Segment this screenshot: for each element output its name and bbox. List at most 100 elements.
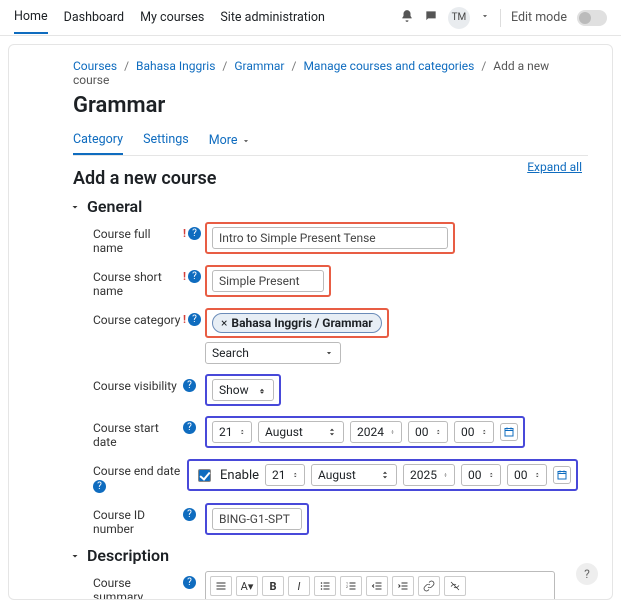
breadcrumb: Courses / Bahasa Inggris / Grammar / Man… (73, 59, 588, 87)
end-calendar-button[interactable] (553, 466, 571, 484)
section-general-label: General (87, 197, 142, 216)
end-day-select[interactable]: 21 (265, 464, 305, 486)
help-icon[interactable]: ? (188, 313, 201, 326)
nav-my-courses[interactable]: My courses (140, 2, 204, 33)
help-icon[interactable]: ? (188, 270, 201, 283)
editor-ol-button[interactable]: 12 (340, 576, 362, 596)
shortname-input[interactable]: Simple Present (212, 270, 324, 292)
menu-icon (215, 580, 227, 592)
updown-icon (380, 470, 390, 480)
updown-icon (257, 385, 267, 395)
editor-outdent-button[interactable] (366, 576, 388, 596)
nav-site-admin[interactable]: Site administration (220, 2, 325, 33)
label-startdate: Course start date (93, 421, 181, 449)
main-card: Courses / Bahasa Inggris / Grammar / Man… (8, 44, 613, 600)
crumb-grammar[interactable]: Grammar (234, 59, 284, 73)
section-description-toggle[interactable]: Description (69, 546, 588, 565)
crumb-manage[interactable]: Manage courses and categories (303, 59, 474, 73)
crumb-lang[interactable]: Bahasa Inggris (136, 59, 215, 73)
form-title: Add a new course (73, 168, 588, 189)
summary-editor[interactable]: A▾ B I 12 (205, 571, 555, 600)
start-min: 00 (461, 425, 475, 439)
editor-unlink-button[interactable] (444, 576, 466, 596)
unlink-icon (449, 580, 461, 592)
crumb-courses[interactable]: Courses (73, 59, 117, 73)
form-general: Course full name ! ? Intro to Simple Pre… (93, 222, 578, 536)
highlight-fullname: Intro to Simple Present Tense (205, 222, 455, 254)
edit-mode-toggle[interactable] (577, 10, 607, 26)
chevron-down-icon (241, 136, 251, 146)
user-menu-chevron[interactable] (480, 10, 490, 25)
tab-category[interactable]: Category (73, 126, 123, 155)
editor-row-1: A▾ B I 12 (206, 572, 554, 600)
highlight-visibility: Show (205, 374, 281, 406)
nav-dashboard[interactable]: Dashboard (64, 2, 124, 33)
tag-close-icon[interactable]: × (221, 316, 227, 330)
idnumber-input[interactable]: BING-G1-SPT (212, 508, 302, 530)
highlight-category: × Bahasa Inggris / Grammar (205, 308, 389, 338)
avatar[interactable]: TM (448, 7, 470, 29)
start-hour-select[interactable]: 00 (408, 421, 448, 443)
highlight-startdate: 21 August 2024 00 00 (205, 416, 525, 448)
editor-bold-button[interactable]: B (262, 576, 284, 596)
editor-menu-button[interactable] (210, 576, 232, 596)
end-month: August (318, 468, 356, 482)
expand-all-link[interactable]: Expand all (527, 160, 582, 174)
end-year: 2025 (410, 468, 437, 482)
end-enable-checkbox[interactable] (198, 469, 211, 482)
start-year-select[interactable]: 2024 (350, 421, 402, 443)
label-fullname: Course full name (93, 227, 181, 255)
messages-icon[interactable] (424, 9, 438, 27)
start-min-select[interactable]: 00 (454, 421, 494, 443)
chevron-down-icon (69, 201, 81, 213)
fullname-input[interactable]: Intro to Simple Present Tense (212, 227, 448, 249)
editor-link-button[interactable] (418, 576, 440, 596)
section-general-toggle[interactable]: General (69, 197, 588, 216)
editor-indent-button[interactable] (392, 576, 414, 596)
help-icon[interactable]: ? (183, 576, 196, 589)
top-bar: Home Dashboard My courses Site administr… (0, 0, 621, 36)
dropdown-icon (324, 348, 334, 358)
edit-mode-label: Edit mode (511, 10, 567, 25)
end-month-select[interactable]: August (311, 464, 397, 486)
help-icon[interactable]: ? (183, 421, 196, 434)
end-hour-select[interactable]: 00 (461, 464, 501, 486)
visibility-select[interactable]: Show (212, 379, 274, 401)
secondary-tabs: Category Settings More (73, 126, 588, 156)
help-icon[interactable]: ? (93, 480, 106, 493)
category-search[interactable]: Search (205, 342, 341, 364)
highlight-idnumber: BING-G1-SPT (205, 503, 309, 535)
start-day-select[interactable]: 21 (212, 421, 252, 443)
list-ul-icon (319, 580, 331, 592)
tab-settings[interactable]: Settings (143, 126, 189, 155)
updown-icon (435, 427, 442, 437)
notifications-icon[interactable] (400, 9, 414, 27)
start-year: 2024 (357, 425, 384, 439)
editor-ul-button[interactable] (314, 576, 336, 596)
end-day: 21 (272, 468, 286, 482)
end-min: 00 (514, 468, 528, 482)
help-icon[interactable]: ? (183, 379, 196, 392)
editor-font-button[interactable]: A▾ (236, 576, 258, 596)
start-month-select[interactable]: August (258, 421, 344, 443)
category-tag-label: Bahasa Inggris / Grammar (231, 316, 372, 330)
tab-more[interactable]: More (209, 126, 251, 155)
nav-home[interactable]: Home (14, 1, 48, 34)
calendar-icon (503, 426, 515, 438)
highlight-enddate: Enable 21 August 2025 00 00 (187, 459, 578, 491)
end-min-select[interactable]: 00 (507, 464, 547, 486)
primary-nav: Home Dashboard My courses Site administr… (14, 1, 325, 34)
required-icon: ! (183, 313, 186, 326)
category-tag[interactable]: × Bahasa Inggris / Grammar (212, 313, 382, 333)
help-fab[interactable]: ? (576, 563, 598, 585)
editor-italic-button[interactable]: I (288, 576, 310, 596)
page-title: Grammar (73, 93, 588, 118)
label-idnumber: Course ID number (93, 508, 181, 536)
help-icon[interactable]: ? (183, 508, 196, 521)
category-search-text: Search (212, 346, 249, 360)
label-enddate: Course end date (93, 464, 181, 478)
required-icon: ! (183, 227, 186, 240)
help-icon[interactable]: ? (188, 227, 201, 240)
start-calendar-button[interactable] (500, 423, 518, 441)
end-year-select[interactable]: 2025 (403, 464, 455, 486)
